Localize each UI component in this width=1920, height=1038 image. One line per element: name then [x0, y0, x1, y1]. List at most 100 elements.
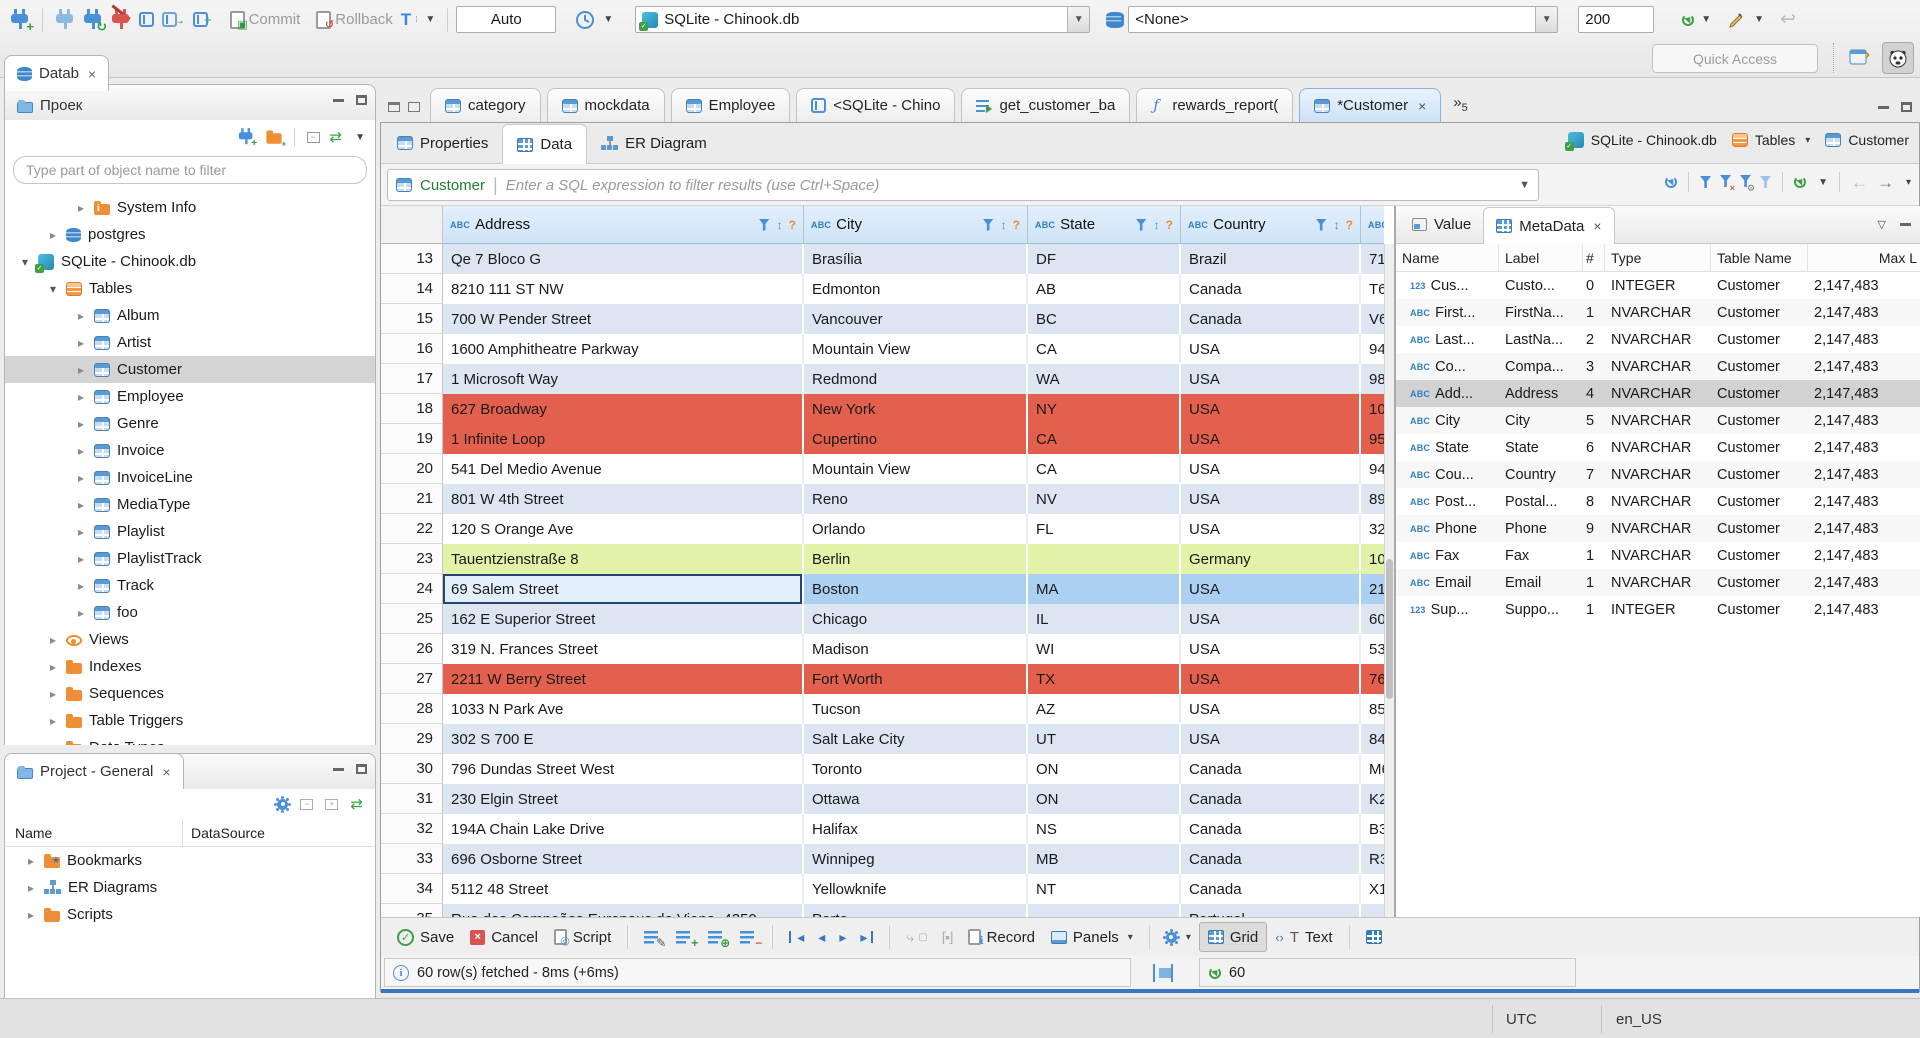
- city-cell[interactable]: Ottawa: [804, 784, 1028, 814]
- country-cell[interactable]: USA: [1181, 604, 1361, 634]
- meta-num-cell[interactable]: 1: [1583, 596, 1605, 623]
- filter-custom-icon[interactable]: [1760, 176, 1772, 188]
- expand-arrow-icon[interactable]: [25, 906, 37, 923]
- meta-name-cell[interactable]: ABC Cou...: [1396, 461, 1499, 488]
- close-icon[interactable]: ×: [88, 66, 96, 82]
- meta-table-cell[interactable]: Customer: [1711, 569, 1808, 596]
- postal-cell[interactable]: B3: [1361, 814, 1384, 844]
- filter-funnel-icon[interactable]: [758, 218, 770, 231]
- address-cell[interactable]: 69 Salem Street: [443, 574, 804, 604]
- state-cell[interactable]: IL: [1028, 604, 1181, 634]
- meta-label-cell[interactable]: LastNa...: [1499, 326, 1583, 353]
- table-row[interactable]: 20 541 Del Medio Avenue Mountain View CA…: [381, 454, 1394, 484]
- country-cell[interactable]: USA: [1181, 724, 1361, 754]
- state-cell[interactable]: [1028, 544, 1181, 574]
- country-cell[interactable]: Canada: [1181, 754, 1361, 784]
- table-row[interactable]: 24 69 Salem Street Boston MA USA 21: [381, 574, 1394, 604]
- city-cell[interactable]: Toronto: [804, 754, 1028, 784]
- meta-name-cell[interactable]: ABC Co...: [1396, 353, 1499, 380]
- country-cell[interactable]: USA: [1181, 634, 1361, 664]
- meta-num-cell[interactable]: 1: [1583, 542, 1605, 569]
- grid-vertical-scrollbar[interactable]: [1384, 244, 1394, 917]
- metadata-row[interactable]: 123 Cus... Custo... 0 INTEGER Customer 2,…: [1396, 272, 1920, 299]
- city-cell[interactable]: Orlando: [804, 514, 1028, 544]
- meta-type-cell[interactable]: NVARCHAR: [1605, 326, 1711, 353]
- meta-label-cell[interactable]: Compa...: [1499, 353, 1583, 380]
- meta-max-cell[interactable]: 2,147,483: [1808, 596, 1920, 623]
- state-cell[interactable]: CA: [1028, 454, 1181, 484]
- state-cell[interactable]: [1028, 904, 1181, 917]
- expand-arrow-icon[interactable]: [47, 280, 59, 297]
- meta-num-cell[interactable]: 3: [1583, 353, 1605, 380]
- city-cell[interactable]: Mountain View: [804, 334, 1028, 364]
- state-cell[interactable]: NY: [1028, 394, 1181, 424]
- filter-settings-icon[interactable]: ⚙: [1740, 174, 1755, 193]
- city-cell[interactable]: New York: [804, 394, 1028, 424]
- schema-select[interactable]: <None> ▼: [1128, 6, 1559, 33]
- value-tab[interactable]: Value: [1400, 206, 1483, 243]
- value-view-button[interactable]: [1358, 930, 1390, 944]
- expand-arrow-icon[interactable]: [25, 852, 37, 869]
- country-cell[interactable]: USA: [1181, 664, 1361, 694]
- quick-access-input[interactable]: Quick Access: [1652, 44, 1818, 73]
- editor-tab[interactable]: get_customer_ba: [961, 88, 1131, 122]
- meta-label-cell[interactable]: Fax: [1499, 542, 1583, 569]
- project-item[interactable]: ER Diagrams: [5, 874, 375, 901]
- maximize-icon[interactable]: [356, 764, 367, 774]
- country-cell[interactable]: USA: [1181, 574, 1361, 604]
- meta-table-cell[interactable]: Customer: [1711, 515, 1808, 542]
- grid-view-button[interactable]: Grid: [1198, 922, 1268, 952]
- meta-name-cell[interactable]: ABC State: [1396, 434, 1499, 461]
- meta-label-cell[interactable]: Address: [1499, 380, 1583, 407]
- address-cell[interactable]: Tauentzienstraße 8: [443, 544, 804, 574]
- meta-table-cell[interactable]: Customer: [1711, 380, 1808, 407]
- next-row-button[interactable]: ▸: [831, 929, 852, 946]
- meta-table-cell[interactable]: Customer: [1711, 353, 1808, 380]
- compare-button[interactable]: ▼: [1723, 8, 1768, 32]
- postal-cell[interactable]: V6: [1361, 304, 1384, 334]
- column-header-partial[interactable]: ABC: [1361, 206, 1384, 244]
- postal-cell[interactable]: 98: [1361, 364, 1384, 394]
- duplicate-row-button[interactable]: ⊕: [700, 930, 732, 949]
- address-cell[interactable]: 2211 W Berry Street: [443, 664, 804, 694]
- table-row[interactable]: 19 1 Infinite Loop Cupertino CA USA 95: [381, 424, 1394, 454]
- sidebar-tab[interactable]: Проек: [5, 91, 109, 120]
- calc-panel-icon[interactable]: [1153, 963, 1173, 982]
- connection-dropdown-arrow[interactable]: ▼: [1067, 7, 1090, 32]
- row-number-cell[interactable]: 31: [381, 784, 443, 814]
- auto-refresh-icon[interactable]: [1794, 176, 1807, 188]
- table-row[interactable]: 26 319 N. Frances Street Madison WI USA …: [381, 634, 1394, 664]
- meta-label-cell[interactable]: Country: [1499, 461, 1583, 488]
- meta-table-cell[interactable]: Customer: [1711, 488, 1808, 515]
- locale-indicator[interactable]: en_US: [1616, 999, 1662, 1038]
- refresh-filter-icon[interactable]: [1665, 176, 1678, 188]
- editor-tab[interactable]: *Customer ×: [1299, 88, 1442, 126]
- table-row[interactable]: 28 1033 N Park Ave Tucson AZ USA 85: [381, 694, 1394, 724]
- table-row[interactable]: 21 801 W 4th Street Reno NV USA 89: [381, 484, 1394, 514]
- expand-arrow-icon[interactable]: [75, 469, 87, 486]
- maximize-icon[interactable]: [1901, 102, 1912, 112]
- postal-cell[interactable]: T6: [1361, 274, 1384, 304]
- expand-arrow-icon[interactable]: [47, 631, 59, 648]
- meta-num-cell[interactable]: 7: [1583, 461, 1605, 488]
- address-cell[interactable]: 627 Broadway: [443, 394, 804, 424]
- city-cell[interactable]: Salt Lake City: [804, 724, 1028, 754]
- editor-tab[interactable]: rewards_report(: [1136, 88, 1294, 122]
- sort-icon[interactable]: ↕: [1001, 218, 1007, 232]
- country-cell[interactable]: USA: [1181, 364, 1361, 394]
- meta-name-cell[interactable]: ABC Phone: [1396, 515, 1499, 542]
- city-cell[interactable]: Winnipeg: [804, 844, 1028, 874]
- table-row[interactable]: 17 1 Microsoft Way Redmond WA USA 98: [381, 364, 1394, 394]
- state-cell[interactable]: UT: [1028, 724, 1181, 754]
- meta-col-num[interactable]: #: [1583, 244, 1605, 271]
- settings-button[interactable]: ▾: [1158, 931, 1199, 943]
- state-cell[interactable]: MA: [1028, 574, 1181, 604]
- breadcrumb-entity[interactable]: Customer: [1848, 132, 1909, 148]
- editor-subtab[interactable]: Properties: [383, 123, 502, 163]
- address-cell[interactable]: 302 S 700 E: [443, 724, 804, 754]
- tree-item[interactable]: Table Triggers: [5, 707, 375, 734]
- table-row[interactable]: 32 194A Chain Lake Drive Halifax NS Cana…: [381, 814, 1394, 844]
- meta-col-label[interactable]: Label: [1499, 244, 1583, 271]
- address-cell[interactable]: 1 Infinite Loop: [443, 424, 804, 454]
- meta-col-name[interactable]: Name: [1396, 244, 1499, 271]
